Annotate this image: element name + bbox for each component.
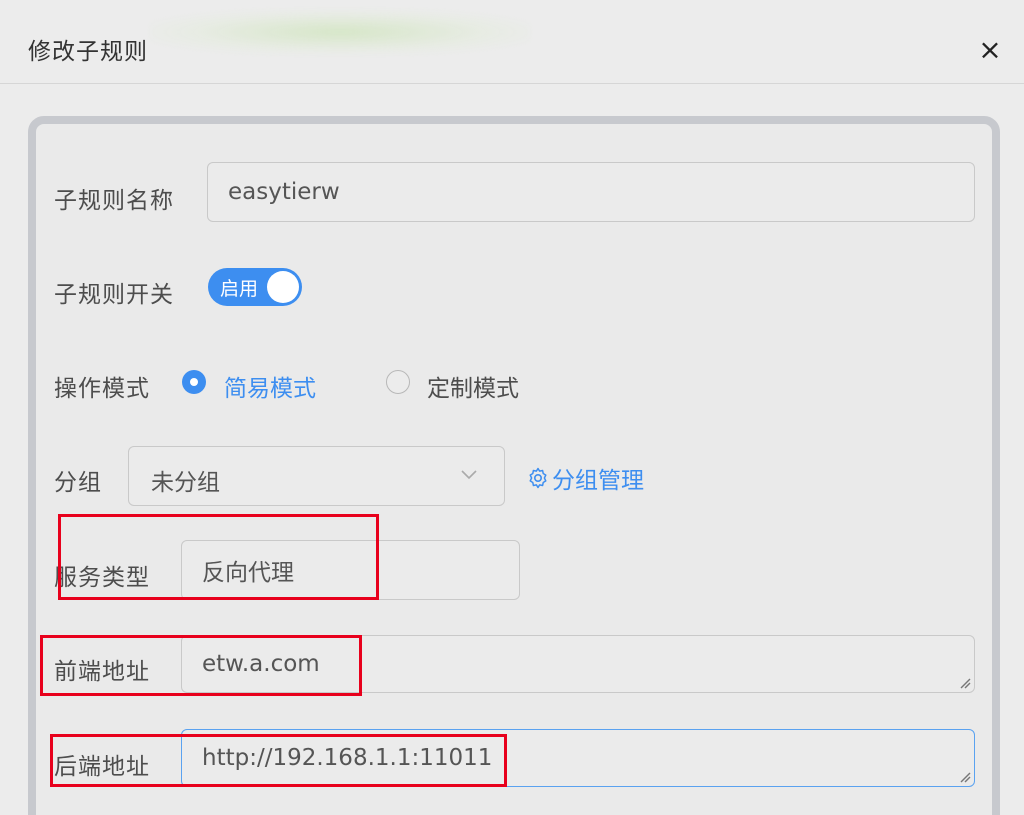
enable-toggle[interactable]: 启用 bbox=[208, 268, 302, 306]
radio-custom-mode-label[interactable]: 定制模式 bbox=[427, 369, 519, 403]
service-type-field[interactable]: 反向代理 bbox=[181, 540, 520, 600]
group-select[interactable]: 未分组 bbox=[128, 446, 505, 506]
gear-icon bbox=[529, 467, 547, 489]
close-button[interactable]: × bbox=[974, 34, 1006, 66]
service-type-value: 反向代理 bbox=[202, 560, 294, 586]
name-input-value: easytierw bbox=[228, 179, 340, 205]
dialog-title: 修改子规则 bbox=[28, 39, 148, 65]
radio-custom-mode[interactable] bbox=[386, 370, 410, 394]
name-input[interactable]: easytierw bbox=[207, 162, 975, 222]
radio-simple-mode[interactable] bbox=[182, 370, 206, 394]
frontend-address-textarea[interactable]: etw.a.com bbox=[181, 635, 975, 693]
service-label: 服务类型 bbox=[54, 565, 150, 591]
group-manage-link[interactable]: 分组管理 bbox=[526, 461, 644, 495]
frontend-address-value: etw.a.com bbox=[202, 651, 320, 677]
backend-address-value: http://192.168.1.1:11011 bbox=[202, 745, 493, 771]
chevron-down-icon bbox=[461, 470, 477, 480]
group-label: 分组 bbox=[54, 470, 102, 496]
mode-label: 操作模式 bbox=[54, 376, 150, 402]
dialog-header: 修改子规则 × bbox=[0, 0, 1024, 84]
group-select-value: 未分组 bbox=[151, 470, 220, 496]
resize-handle-icon[interactable] bbox=[957, 675, 971, 689]
toggle-text: 启用 bbox=[220, 278, 259, 300]
name-label: 子规则名称 bbox=[54, 188, 174, 214]
header-blurred-background bbox=[150, 10, 530, 54]
backend-address-textarea[interactable]: http://192.168.1.1:11011 bbox=[181, 729, 975, 787]
backend-label: 后端地址 bbox=[54, 754, 150, 780]
toggle-knob bbox=[267, 271, 299, 303]
resize-handle-icon[interactable] bbox=[957, 769, 971, 783]
group-manage-label: 分组管理 bbox=[552, 468, 644, 494]
radio-simple-mode-label[interactable]: 简易模式 bbox=[224, 369, 316, 403]
frontend-label: 前端地址 bbox=[54, 659, 150, 685]
switch-label: 子规则开关 bbox=[54, 282, 174, 308]
